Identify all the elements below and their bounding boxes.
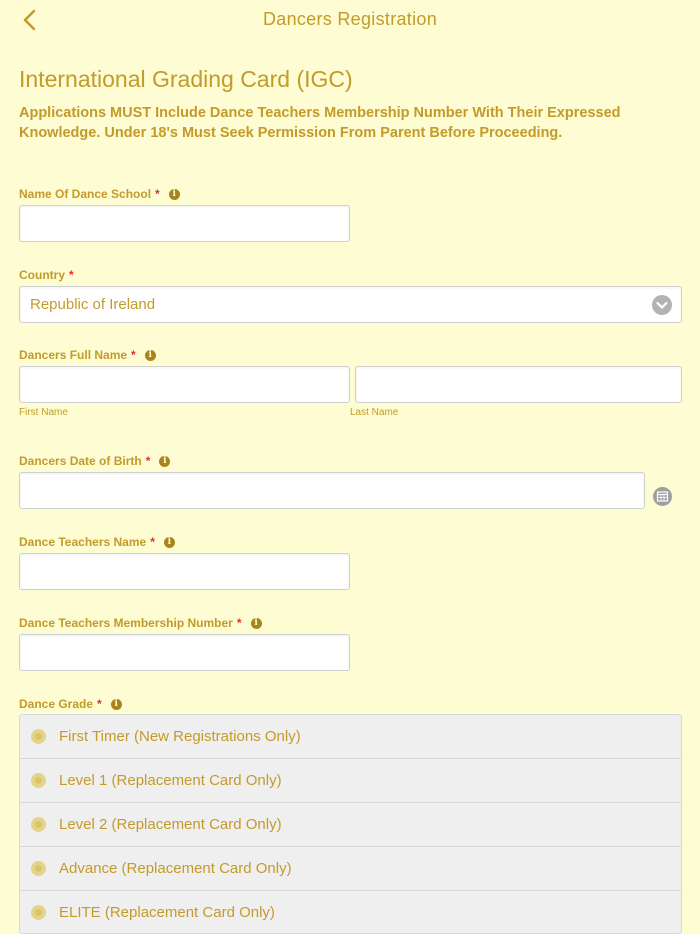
chevron-down-icon — [652, 295, 672, 315]
fullname-label: Dancers Full Name * i — [19, 348, 156, 362]
radio-button[interactable] — [31, 905, 46, 920]
calendar-icon[interactable] — [653, 487, 672, 506]
required-marker: * — [236, 616, 242, 630]
grade-label: Dance Grade * i — [19, 697, 122, 711]
dob-label: Dancers Date of Birth * i — [19, 454, 171, 468]
intro-text: Applications MUST Include Dance Teachers… — [19, 105, 621, 141]
info-icon[interactable]: i — [163, 536, 175, 548]
first-name-input[interactable] — [19, 366, 350, 403]
last-name-input[interactable] — [355, 366, 682, 403]
required-marker: * — [131, 348, 136, 362]
grade-option[interactable]: Level 1 (Replacement Card Only) — [20, 759, 681, 803]
info-icon[interactable]: i — [250, 617, 262, 629]
last-name-sublabel: Last Name — [350, 407, 399, 418]
required-marker: * — [97, 697, 102, 711]
info-icon[interactable]: i — [159, 455, 171, 467]
grade-radio-group: First Timer (New Registrations Only) Lev… — [19, 714, 682, 934]
grade-option[interactable]: Advance (Replacement Card Only) — [20, 847, 681, 891]
grade-option[interactable]: ELITE (Replacement Card Only) — [20, 891, 681, 933]
school-input[interactable] — [19, 205, 350, 242]
radio-button[interactable] — [31, 773, 46, 788]
membership-input[interactable] — [19, 634, 350, 671]
radio-button[interactable] — [31, 729, 46, 744]
dob-input[interactable] — [19, 472, 645, 509]
nav-bar: Dancers Registration — [0, 0, 700, 40]
teacher-name-input[interactable] — [19, 553, 350, 590]
required-marker: * — [155, 187, 160, 201]
info-icon[interactable]: i — [168, 188, 180, 200]
grade-option[interactable]: First Timer (New Registrations Only) — [20, 715, 681, 759]
country-label: Country * — [19, 268, 74, 282]
country-value: Republic of Ireland — [30, 296, 156, 313]
info-icon[interactable]: i — [110, 698, 122, 710]
nav-title: Dancers Registration — [262, 9, 438, 29]
country-select[interactable]: Republic of Ireland — [19, 286, 682, 323]
school-label: Name Of Dance School * i — [19, 187, 180, 201]
required-marker: * — [145, 454, 151, 468]
first-name-sublabel: First Name — [19, 407, 68, 418]
info-icon[interactable]: i — [144, 349, 156, 361]
page-title: International Grading Card (IGC) — [19, 66, 353, 92]
required-marker: * — [69, 268, 74, 282]
required-marker: * — [150, 535, 155, 549]
teacher-label: Dance Teachers Name * i — [19, 535, 175, 549]
membership-label: Dance Teachers Membership Number * i — [19, 616, 262, 630]
radio-button[interactable] — [31, 817, 46, 832]
grade-option[interactable]: Level 2 (Replacement Card Only) — [20, 803, 681, 847]
radio-button[interactable] — [31, 861, 46, 876]
